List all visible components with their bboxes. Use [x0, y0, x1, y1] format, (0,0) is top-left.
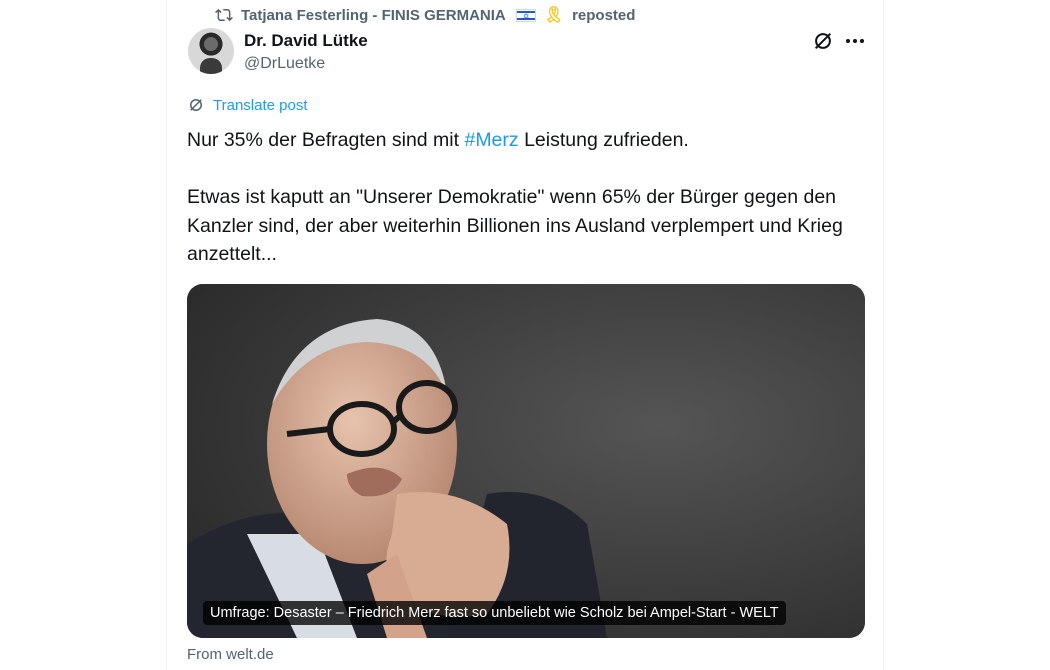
more-options-icon[interactable]: [844, 30, 866, 52]
translate-post-link[interactable]: Translate post: [187, 96, 308, 114]
timeline-column: Tatjana Festerling - FINIS GERMANIA ✡ 🎗 …: [166, 0, 884, 670]
link-preview-card[interactable]: Umfrage: Desaster – Friedrich Merz fast …: [187, 284, 865, 638]
grok-translate-icon: [190, 99, 202, 111]
card-source-domain[interactable]: From welt.de: [187, 646, 274, 663]
tweet-text-segment: Nur 35% der Befragten sind mit: [187, 129, 465, 151]
hashtag-link[interactable]: #Merz: [464, 129, 518, 151]
repost-action-label: reposted: [572, 6, 636, 24]
tweet-body: Nur 35% der Befragten sind mit #Merz Lei…: [187, 126, 867, 269]
tweet-line-1: Nur 35% der Befragten sind mit #Merz Lei…: [187, 126, 867, 155]
grok-icon[interactable]: [812, 30, 834, 52]
israel-flag-icon: ✡: [515, 8, 536, 22]
translate-post-label: Translate post: [213, 96, 308, 114]
repost-icon: [215, 8, 233, 22]
tweet-paragraph-2: Etwas ist kaputt an "Unserer Demokratie"…: [187, 186, 843, 265]
repost-indicator[interactable]: Tatjana Festerling - FINIS GERMANIA ✡ 🎗 …: [215, 5, 635, 25]
avatar[interactable]: [188, 28, 234, 74]
repost-user-name[interactable]: Tatjana Festerling - FINIS GERMANIA: [241, 7, 506, 24]
article-photo: [187, 284, 865, 638]
tweet-text-segment: Leistung zufrieden.: [518, 129, 689, 151]
author-handle[interactable]: @DrLuetke: [244, 55, 325, 73]
yellow-ribbon-icon: 🎗: [543, 7, 565, 24]
author-display-name[interactable]: Dr. David Lütke: [244, 31, 368, 51]
card-headline: Umfrage: Desaster – Friedrich Merz fast …: [203, 601, 786, 625]
